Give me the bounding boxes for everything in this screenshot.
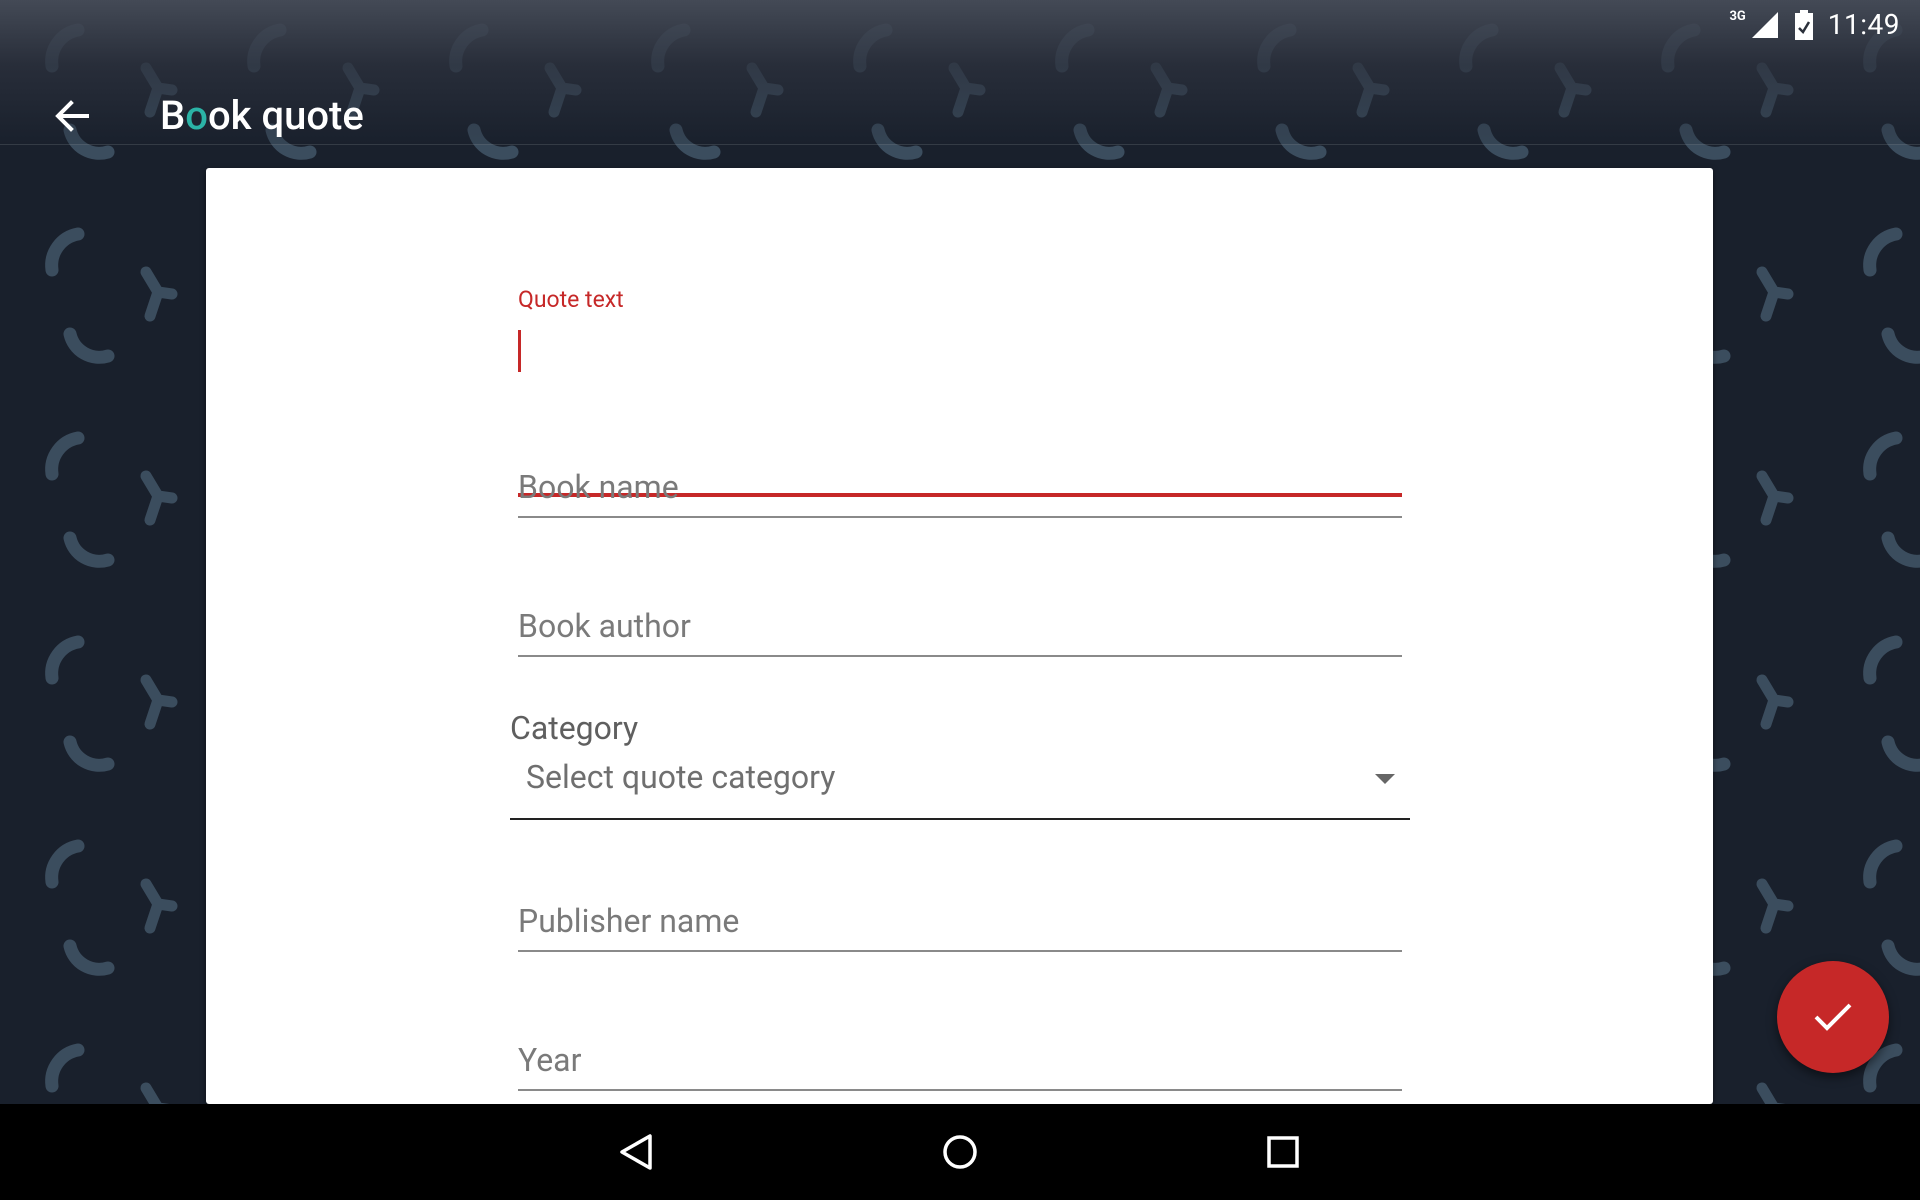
- publisher-name-underline: [518, 950, 1402, 952]
- year-placeholder: Year: [518, 1041, 582, 1079]
- quote-text-field[interactable]: Quote text: [518, 286, 1402, 497]
- publisher-name-placeholder: Publisher name: [518, 902, 740, 940]
- category-selected-value: Select quote category: [526, 758, 836, 796]
- year-underline: [518, 1089, 1402, 1091]
- signal-icon: [1751, 11, 1778, 38]
- title-accent: o: [185, 92, 208, 139]
- quote-text-label: Quote text: [518, 286, 624, 313]
- nav-recents-icon: [1267, 1136, 1299, 1168]
- category-underline: [510, 818, 1410, 820]
- app-bar: Book quote: [0, 48, 1920, 145]
- nav-home-icon: [943, 1135, 977, 1169]
- system-nav-bar: [0, 1104, 1920, 1200]
- check-icon: [1814, 1003, 1852, 1031]
- status-clock: 11:49: [1827, 8, 1900, 41]
- page-title: Book quote: [160, 92, 364, 140]
- status-bar: 3G 11:49: [0, 0, 1920, 48]
- title-prefix: B: [160, 92, 186, 139]
- book-author-underline: [518, 655, 1402, 657]
- status-icons: 3G 11:49: [1729, 8, 1900, 41]
- back-button[interactable]: [44, 88, 100, 144]
- arrow-back-icon: [55, 100, 89, 132]
- network-type: 3G: [1729, 9, 1746, 24]
- year-field[interactable]: Year: [518, 1041, 1402, 1104]
- book-author-placeholder: Book author: [518, 607, 691, 645]
- text-cursor: [518, 330, 521, 372]
- save-fab-button[interactable]: [1777, 961, 1889, 1073]
- book-name-underline: [518, 516, 1402, 518]
- category-dropdown[interactable]: Select quote category: [510, 758, 1410, 820]
- book-author-field[interactable]: Book author: [518, 607, 1402, 727]
- form-card: Quote text Book name Book author Categor…: [206, 168, 1713, 1104]
- nav-back-icon: [620, 1134, 652, 1170]
- battery-icon: [1794, 9, 1813, 40]
- nav-back-button[interactable]: [604, 1120, 668, 1184]
- publisher-name-field[interactable]: Publisher name: [518, 902, 1402, 1022]
- title-suffix: ok quote: [207, 92, 364, 139]
- category-label: Category: [510, 709, 639, 747]
- nav-home-button[interactable]: [928, 1120, 992, 1184]
- book-name-placeholder: Book name: [518, 468, 679, 506]
- nav-recents-button[interactable]: [1251, 1120, 1315, 1184]
- dropdown-arrow-icon: [1375, 774, 1395, 784]
- book-name-field[interactable]: Book name: [518, 468, 1402, 588]
